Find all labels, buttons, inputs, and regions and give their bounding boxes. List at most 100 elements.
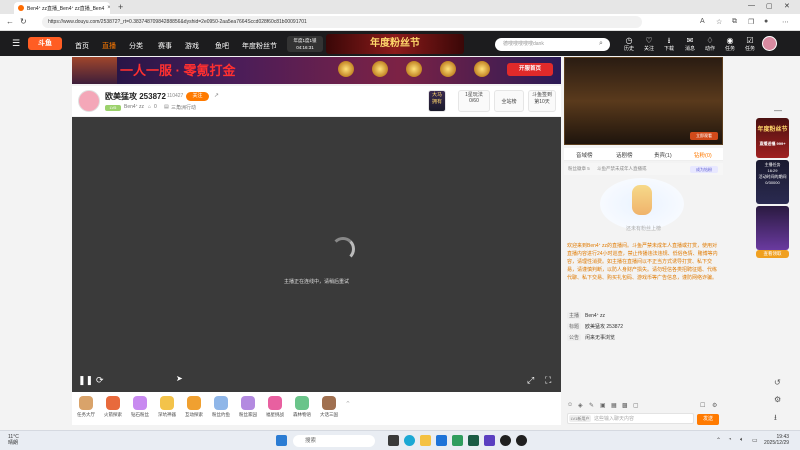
nav-games[interactable]: 游戏: [185, 41, 199, 51]
follow-list-button[interactable]: ♡ 关注: [640, 36, 658, 52]
promo-countdown[interactable]: 年度1度1锁 04:16:31: [287, 36, 323, 52]
refresh-stream-icon[interactable]: ⟳: [96, 375, 104, 386]
ad-open-button[interactable]: 开服首页: [507, 63, 553, 76]
nav-home[interactable]: 首页: [75, 41, 89, 51]
side-collapse-icon[interactable]: —: [774, 106, 782, 115]
side-download-icon[interactable]: ⭳: [774, 412, 777, 426]
favorite-icon[interactable]: ☆: [716, 18, 722, 26]
volume-icon[interactable]: 🔈︎: [740, 437, 744, 444]
back-icon[interactable]: ←: [6, 17, 14, 26]
recharge-button[interactable]: ◉ 任务: [721, 36, 739, 52]
minimize-icon[interactable]: —: [748, 2, 755, 9]
barrage-style-icon[interactable]: ✎: [589, 402, 594, 409]
streamer-name[interactable]: Ben4ᐩ zz: [124, 104, 144, 110]
site-rank-button[interactable]: 全站榜: [494, 90, 524, 112]
profile-icon[interactable]: ●: [764, 18, 768, 25]
search-icon[interactable]: ⌕: [599, 40, 603, 48]
app-icon[interactable]: [468, 435, 479, 446]
nav-fishbar[interactable]: 鱼吧: [215, 41, 229, 51]
maximize-icon[interactable]: ▢: [766, 2, 773, 10]
close-tab-icon[interactable]: ×: [107, 5, 110, 11]
tasks-button[interactable]: ☑ 任务: [741, 36, 759, 52]
app-icon[interactable]: [484, 435, 495, 446]
app-icon[interactable]: [516, 435, 527, 446]
tab-diamond-fans[interactable]: 钻粉(0): [694, 151, 712, 159]
search-input[interactable]: 德嗖嗖嗖嗖嗖dank: [495, 38, 610, 51]
nav-events[interactable]: 赛事: [158, 41, 172, 51]
refresh-icon[interactable]: ↻: [20, 17, 27, 26]
gift-item[interactable]: 粉丝约鱼: [209, 394, 233, 418]
star-play-box[interactable]: 1星玩法 0/60: [458, 90, 490, 112]
tab-rank-1[interactable]: 音域榜: [576, 151, 593, 159]
activity-button[interactable]: ♢ 动作: [701, 36, 719, 52]
tab-rank-2[interactable]: 话剧榜: [616, 151, 633, 159]
task-view-icon[interactable]: [388, 435, 399, 446]
download-button[interactable]: ⭳ 下载: [660, 36, 678, 52]
emoji-icon[interactable]: ☺: [567, 402, 573, 408]
nav-live[interactable]: 直播: [102, 41, 116, 51]
messages-button[interactable]: ✉ 消息: [681, 36, 699, 52]
network-icon[interactable]: ◔: [728, 437, 732, 443]
new-tab-icon[interactable]: +: [118, 2, 123, 12]
side-ad-image[interactable]: [756, 206, 789, 250]
video-player[interactable]: [72, 117, 561, 392]
gift-item[interactable]: 深坑神器: [155, 394, 179, 418]
more-icon[interactable]: ⋯: [782, 18, 789, 26]
user-avatar[interactable]: [762, 36, 777, 51]
app-icon[interactable]: [500, 435, 511, 446]
follow-button[interactable]: 关注: [186, 92, 209, 101]
gift-item[interactable]: 大话三国: [317, 394, 341, 418]
gift-item[interactable]: 互动探索: [182, 394, 206, 418]
scroll-up-icon[interactable]: ⌃: [345, 400, 351, 408]
side-ad-fan-festival[interactable]: 年度粉丝节 直播送福 999+: [756, 118, 789, 158]
watch-now-button[interactable]: 立即观看: [690, 132, 718, 140]
tray-up-icon[interactable]: ⌃: [716, 437, 721, 444]
weather-widget[interactable]: 11°C 晴朗: [8, 434, 19, 446]
more-tools-icon[interactable]: ▢: [633, 402, 639, 409]
extensions-icon[interactable]: ⧉: [732, 18, 737, 26]
color-icon[interactable]: ▦: [611, 402, 617, 409]
webfullscreen-icon[interactable]: ⤢: [527, 375, 534, 386]
store-icon[interactable]: [436, 435, 447, 446]
share-icon[interactable]: ↗: [214, 92, 219, 99]
settings-icon[interactable]: ⚙: [712, 402, 717, 409]
become-diamond-fan-button[interactable]: 成为钻粉: [690, 166, 718, 173]
nav-category[interactable]: 分类: [129, 41, 143, 51]
gift-item[interactable]: 粉丝家园: [236, 394, 260, 418]
fullscreen-icon[interactable]: ⛶: [545, 375, 551, 386]
file-explorer-icon[interactable]: [420, 435, 431, 446]
clock[interactable]: 19:43 2025/12/29: [764, 434, 789, 446]
fans-badge-icon[interactable]: ◈: [578, 402, 583, 409]
noble-icon[interactable]: ▩: [622, 402, 628, 409]
app-icon[interactable]: [452, 435, 463, 446]
room-category[interactable]: 三角洲行动: [171, 104, 196, 111]
block-icon[interactable]: ☐: [700, 402, 705, 409]
gift-item[interactable]: 任务大厅: [74, 394, 98, 418]
gift-item[interactable]: 森林物语: [290, 394, 314, 418]
fan-festival-banner[interactable]: 年度粉丝节: [326, 34, 464, 54]
gift-icon[interactable]: ▣: [600, 402, 606, 409]
side-replay-icon[interactable]: ↺: [774, 378, 781, 387]
battery-icon[interactable]: ▭: [752, 437, 758, 444]
checkin-box[interactable]: 斗鱼签到 第10天: [528, 90, 556, 112]
translate-icon[interactable]: A: [700, 18, 705, 25]
site-logo[interactable]: 斗鱼: [28, 37, 62, 50]
side-ad-task[interactable]: 主播任务 16:29 活动时间的期间 0/30000: [756, 160, 789, 204]
collections-icon[interactable]: ❐: [748, 18, 754, 26]
url-input[interactable]: https://www.douyu.com/253872?_rt=0.38374…: [42, 16, 642, 28]
nav-fan-festival[interactable]: 年度粉丝节: [242, 41, 277, 51]
noble-box[interactable]: 大马 拥有: [428, 90, 446, 112]
side-ad-claim-button[interactable]: 查看领取: [756, 250, 789, 258]
gift-item[interactable]: 火箭探索: [101, 394, 125, 418]
tab-vip[interactable]: 贵宾(1): [654, 151, 672, 159]
history-button[interactable]: ◷ 历史: [620, 36, 638, 52]
menu-icon[interactable]: ☰: [12, 38, 20, 49]
side-settings-icon[interactable]: ⚙: [774, 395, 781, 404]
taskbar-search[interactable]: 搜索: [293, 435, 375, 447]
pause-icon[interactable]: ❚❚: [78, 375, 93, 386]
browser-tab[interactable]: Ben4ᐩ zz直播_Ben4ᐩ zz直播_Ben4 ×: [14, 2, 110, 14]
send-button[interactable]: 发送: [697, 414, 719, 425]
streamer-avatar[interactable]: [78, 90, 100, 112]
gift-item[interactable]: 钻石粉丝: [128, 394, 152, 418]
gift-item[interactable]: 福星挑战: [263, 394, 287, 418]
